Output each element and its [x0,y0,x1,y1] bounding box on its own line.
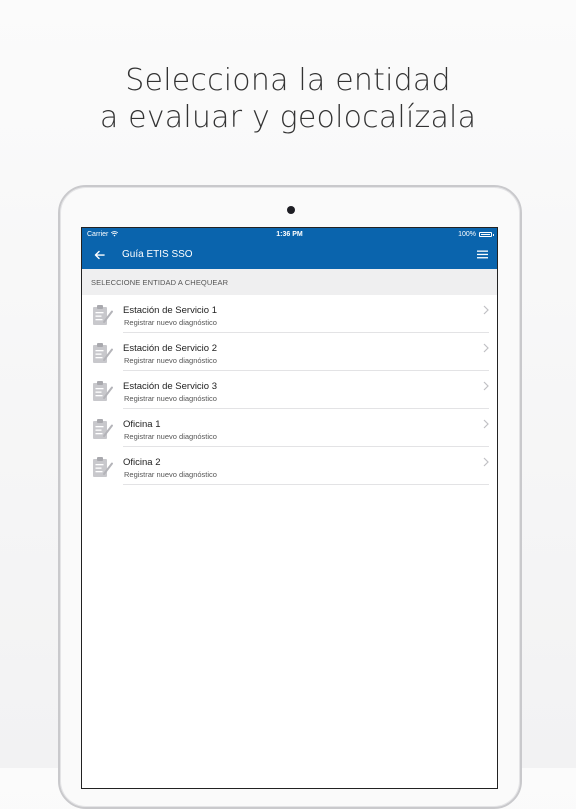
entity-list-item[interactable]: Oficina 1 Registrar nuevo diagnóstico [82,409,497,447]
status-left: Carrier [87,230,119,238]
chevron-right-icon [483,305,489,315]
headline-line-2: a evaluar y geolocalízala [99,100,477,135]
marketing-headline: Selecciona la entidad a evaluar y geoloc… [0,62,576,136]
chevron-right-icon [483,381,489,391]
arrow-left-icon [94,250,105,259]
entity-subtitle: Registrar nuevo diagnóstico [124,318,217,327]
entity-list-item[interactable]: Oficina 2 Registrar nuevo diagnóstico [82,447,497,485]
clipboard-check-icon [93,419,113,439]
clipboard-check-icon [93,305,113,325]
battery-percent: 100% [458,230,476,238]
entity-list-item[interactable]: Estación de Servicio 3 Registrar nuevo d… [82,371,497,409]
carrier-label: Carrier [87,230,109,238]
clipboard-check-icon [93,343,113,363]
row-separator [123,484,489,485]
entity-title: Oficina 1 [123,419,161,430]
status-time: 1:36 PM [276,230,303,238]
entity-subtitle: Registrar nuevo diagnóstico [124,470,217,479]
section-header: SELECCIONE ENTIDAD A CHEQUEAR [82,269,497,295]
navigation-bar: Guía ETIS SSO [82,240,497,269]
battery-icon [479,231,494,237]
entity-title: Oficina 2 [123,457,161,468]
entity-title: Estación de Servicio 2 [123,343,217,354]
entity-list: Estación de Servicio 1 Registrar nuevo d… [82,295,497,485]
camera-dot [287,206,295,214]
entity-list-item[interactable]: Estación de Servicio 1 Registrar nuevo d… [82,295,497,333]
chevron-right-icon [483,419,489,429]
menu-button[interactable] [473,246,491,263]
back-button[interactable] [84,240,114,269]
wifi-icon [111,231,119,237]
entity-title: Estación de Servicio 1 [123,305,217,316]
chevron-right-icon [483,457,489,467]
entity-list-item[interactable]: Estación de Servicio 2 Registrar nuevo d… [82,333,497,371]
app-screen: Carrier 1:36 PM 100% Guía ETIS SSO SELEC… [81,227,498,789]
headline-line-1: Selecciona la entidad [125,63,451,98]
entity-title: Estación de Servicio 3 [123,381,217,392]
nav-title: Guía ETIS SSO [122,249,193,260]
entity-subtitle: Registrar nuevo diagnóstico [124,356,217,365]
entity-subtitle: Registrar nuevo diagnóstico [124,432,217,441]
clipboard-check-icon [93,457,113,477]
chevron-right-icon [483,343,489,353]
tablet-device-frame: Carrier 1:36 PM 100% Guía ETIS SSO SELEC… [58,185,522,809]
hamburger-menu-icon [476,250,488,259]
status-right: 100% [458,230,494,238]
status-bar: Carrier 1:36 PM 100% [82,228,497,240]
clipboard-check-icon [93,381,113,401]
entity-subtitle: Registrar nuevo diagnóstico [124,394,217,403]
